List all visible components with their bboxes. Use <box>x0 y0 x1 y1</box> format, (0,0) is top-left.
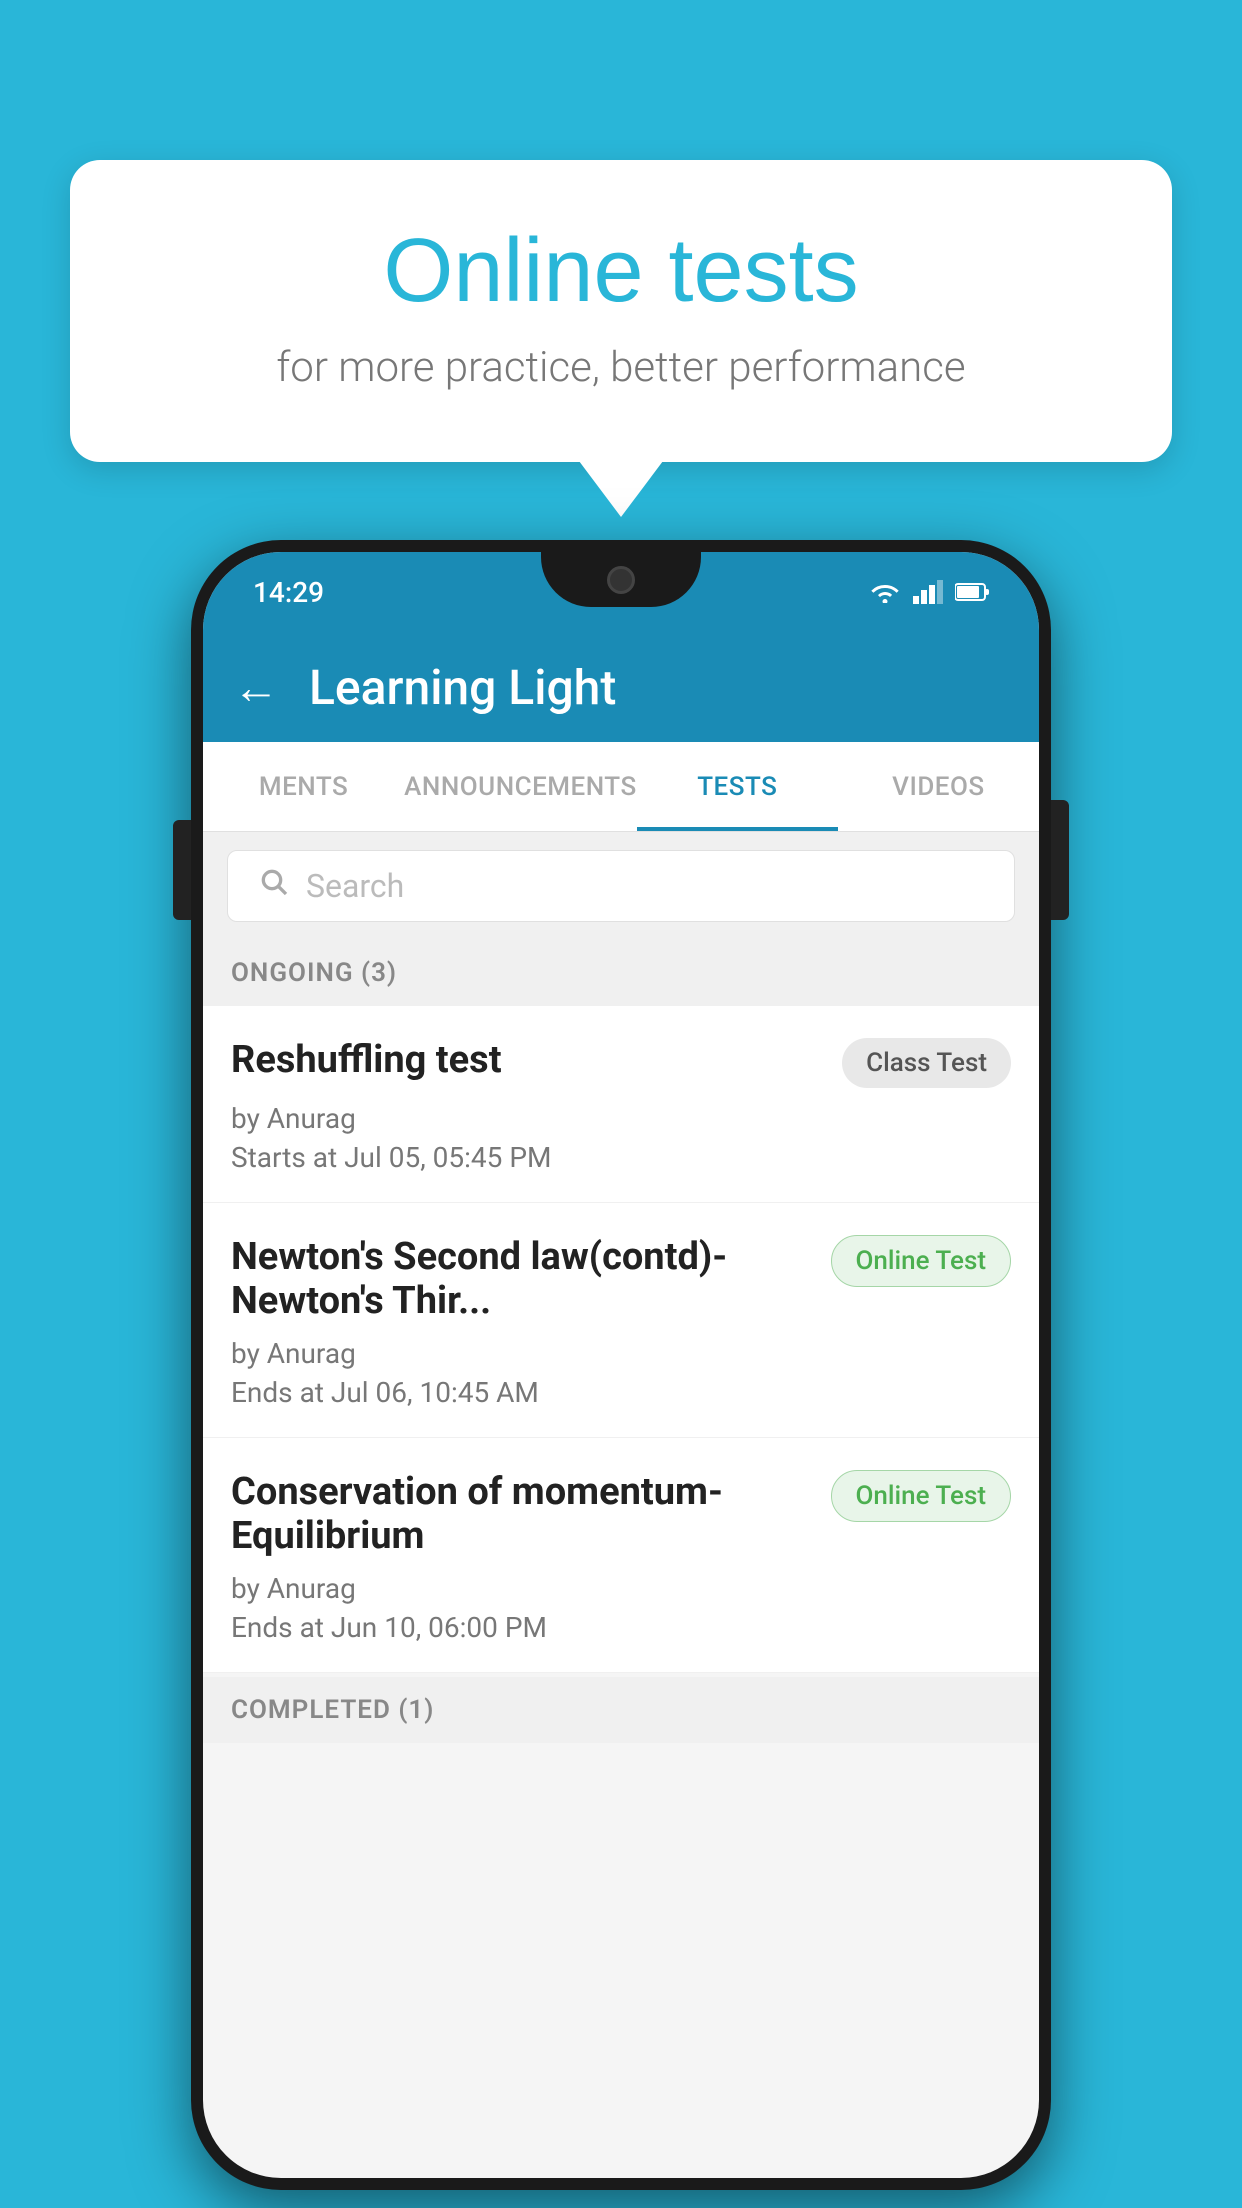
tab-videos[interactable]: VIDEOS <box>838 742 1039 831</box>
phone-frame: 14:29 <box>191 540 1051 2190</box>
test-item-conservation[interactable]: Conservation of momentum-Equilibrium Onl… <box>203 1438 1039 1673</box>
test-badge-online-1: Online Test <box>831 1235 1012 1287</box>
test-time: Starts at Jul 05, 05:45 PM <box>231 1141 1011 1174</box>
promo-bubble: Online tests for more practice, better p… <box>70 160 1172 462</box>
notch <box>541 552 701 607</box>
test-author: by Anurag <box>231 1102 1011 1135</box>
tab-bar: MENTS ANNOUNCEMENTS TESTS VIDEOS <box>203 742 1039 832</box>
test-item-newtons[interactable]: Newton's Second law(contd)-Newton's Thir… <box>203 1203 1039 1438</box>
status-icons <box>869 580 989 604</box>
back-button[interactable]: ← <box>233 660 279 715</box>
ongoing-section-header: ONGOING (3) <box>203 940 1039 1006</box>
ongoing-label: ONGOING (3) <box>231 958 397 988</box>
camera <box>607 566 635 594</box>
test-item-reshuffling[interactable]: Reshuffling test Class Test by Anurag St… <box>203 1006 1039 1203</box>
search-placeholder: Search <box>306 867 404 905</box>
app-bar: ← Learning Light <box>203 632 1039 742</box>
test-author-2: by Anurag <box>231 1337 1011 1370</box>
status-bar: 14:29 <box>203 552 1039 632</box>
test-title-3: Conservation of momentum-Equilibrium <box>231 1470 811 1558</box>
search-icon <box>258 866 290 907</box>
test-title: Reshuffling test <box>231 1038 822 1082</box>
test-item-header-3: Conservation of momentum-Equilibrium Onl… <box>231 1470 1011 1558</box>
search-input[interactable]: Search <box>227 850 1015 922</box>
app-title: Learning Light <box>309 659 616 716</box>
completed-label: COMPLETED (1) <box>231 1695 434 1725</box>
tab-announcements[interactable]: ANNOUNCEMENTS <box>404 742 637 831</box>
status-time: 14:29 <box>253 576 324 609</box>
bubble-title: Online tests <box>150 220 1092 323</box>
test-badge-class: Class Test <box>842 1038 1011 1088</box>
search-bar: Search <box>203 832 1039 940</box>
test-item-header: Reshuffling test Class Test <box>231 1038 1011 1088</box>
signal-icon <box>913 580 943 604</box>
test-item-header-2: Newton's Second law(contd)-Newton's Thir… <box>231 1235 1011 1323</box>
phone-screen: 14:29 <box>203 552 1039 2178</box>
tab-tests[interactable]: TESTS <box>637 742 838 831</box>
test-time-3: Ends at Jun 10, 06:00 PM <box>231 1611 1011 1644</box>
completed-section-header: COMPLETED (1) <box>203 1677 1039 1743</box>
bubble-subtitle: for more practice, better performance <box>150 343 1092 392</box>
phone-mockup: 14:29 <box>191 540 1051 2190</box>
tab-ments[interactable]: MENTS <box>203 742 404 831</box>
test-badge-online-2: Online Test <box>831 1470 1012 1522</box>
test-author-3: by Anurag <box>231 1572 1011 1605</box>
test-time-2: Ends at Jul 06, 10:45 AM <box>231 1376 1011 1409</box>
battery-icon <box>955 582 989 602</box>
wifi-icon <box>869 581 901 603</box>
test-title-2: Newton's Second law(contd)-Newton's Thir… <box>231 1235 811 1323</box>
